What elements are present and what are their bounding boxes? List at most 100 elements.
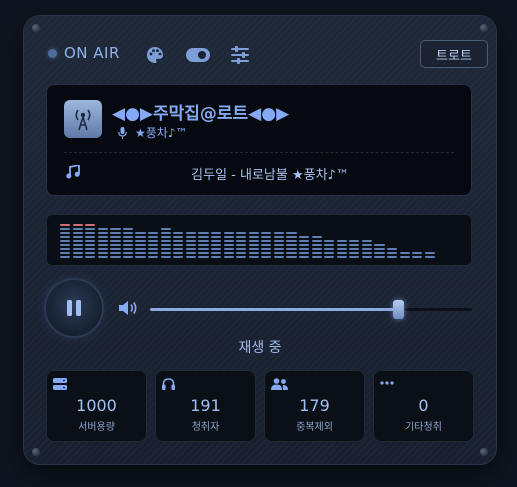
eq-segment — [361, 243, 373, 247]
eq-segment — [148, 251, 159, 255]
eq-segment — [261, 251, 272, 255]
eq-segment — [60, 239, 71, 243]
volume-icon[interactable] — [118, 300, 138, 320]
volume-slider-thumb[interactable] — [392, 300, 404, 319]
eq-segment — [223, 251, 234, 255]
equalizer-bars — [60, 223, 435, 258]
sliders-icon[interactable] — [229, 44, 251, 66]
station-antenna-icon — [64, 100, 102, 138]
eq-segment — [198, 247, 209, 251]
eq-segment — [122, 255, 134, 258]
song-title: 김두일 - 내로남불 ★풍차♪™ — [191, 168, 349, 183]
eq-segment — [311, 255, 322, 258]
volume-slider-fill — [150, 308, 398, 311]
eq-segment — [122, 247, 134, 251]
eq-segment — [135, 243, 146, 247]
stat-label: 중복제외 — [296, 422, 333, 433]
eq-segment — [361, 247, 373, 251]
eq-segment — [349, 247, 360, 251]
volume-slider[interactable] — [150, 300, 472, 319]
eq-segment — [349, 243, 360, 247]
eq-bar — [185, 231, 196, 258]
eq-segment — [97, 239, 108, 243]
eq-segment — [85, 247, 96, 251]
eq-bar — [148, 231, 159, 258]
playback-status: 재생 중 — [238, 340, 282, 356]
eq-segment — [173, 247, 184, 251]
eq-segment — [60, 223, 71, 227]
eq-segment — [349, 239, 360, 243]
eq-segment — [248, 251, 259, 255]
eq-segment — [374, 247, 385, 251]
eq-segment — [210, 235, 222, 239]
eq-segment — [210, 255, 222, 258]
eq-segment — [374, 251, 385, 255]
screw-icon — [480, 448, 488, 456]
eq-bar — [324, 239, 335, 258]
eq-segment — [97, 235, 108, 239]
eq-segment — [273, 251, 285, 255]
eq-segment — [261, 239, 272, 243]
eq-segment — [261, 247, 272, 251]
eq-segment — [110, 255, 121, 258]
eq-bar — [60, 223, 71, 258]
eq-bar — [273, 231, 285, 258]
eq-segment — [286, 231, 297, 235]
trot-genre-button[interactable]: 트로트 — [420, 40, 488, 68]
eq-segment — [85, 251, 96, 255]
on-air-led-icon — [48, 48, 57, 58]
eq-bar — [236, 231, 247, 258]
eq-segment — [60, 235, 71, 239]
eq-bar — [122, 227, 134, 258]
eq-segment — [248, 231, 259, 235]
eq-segment — [72, 255, 83, 258]
eq-bar — [399, 251, 410, 258]
eq-segment — [399, 255, 410, 258]
eq-bar — [97, 227, 108, 258]
eq-segment — [210, 247, 222, 251]
eq-segment — [210, 251, 222, 255]
eq-segment — [110, 227, 121, 231]
eq-bar — [286, 231, 297, 258]
eq-segment — [97, 251, 108, 255]
screw-icon — [480, 24, 488, 32]
eq-segment — [173, 235, 184, 239]
eq-bar — [261, 231, 272, 258]
stat-card-unique: 179 중복제외 — [264, 370, 365, 442]
eq-segment — [122, 243, 134, 247]
stat-card-listeners: 191 청취자 — [155, 370, 256, 442]
stat-value: 179 — [299, 396, 330, 415]
eq-segment — [261, 243, 272, 247]
eq-segment — [110, 251, 121, 255]
eq-segment — [324, 243, 335, 247]
eq-segment — [210, 239, 222, 243]
stat-card-other: 0 기타청취 — [373, 370, 474, 442]
stat-value: 1000 — [76, 396, 117, 415]
eq-segment — [374, 243, 385, 247]
station-name: ◀●▶주막집@로트◀●▶ — [112, 104, 290, 124]
eq-segment — [110, 235, 121, 239]
eq-segment — [173, 239, 184, 243]
eq-segment — [273, 235, 285, 239]
palette-icon[interactable] — [144, 44, 166, 66]
eq-segment — [210, 231, 222, 235]
eq-segment — [286, 247, 297, 251]
on-air-indicator: ON AIR — [48, 44, 120, 62]
eq-segment — [72, 247, 83, 251]
eq-bar — [223, 231, 234, 258]
eq-segment — [135, 231, 146, 235]
pause-button[interactable] — [46, 280, 102, 336]
eq-segment — [160, 251, 171, 255]
eq-segment — [273, 247, 285, 251]
eq-segment — [97, 255, 108, 258]
eq-segment — [298, 239, 310, 243]
eq-segment — [298, 255, 310, 258]
eq-segment — [185, 243, 196, 247]
toggle-icon[interactable] — [185, 44, 211, 66]
eq-segment — [324, 247, 335, 251]
eq-segment — [336, 239, 347, 243]
eq-segment — [72, 223, 83, 227]
eq-segment — [198, 243, 209, 247]
eq-segment — [412, 251, 423, 255]
users-icon — [271, 378, 288, 390]
